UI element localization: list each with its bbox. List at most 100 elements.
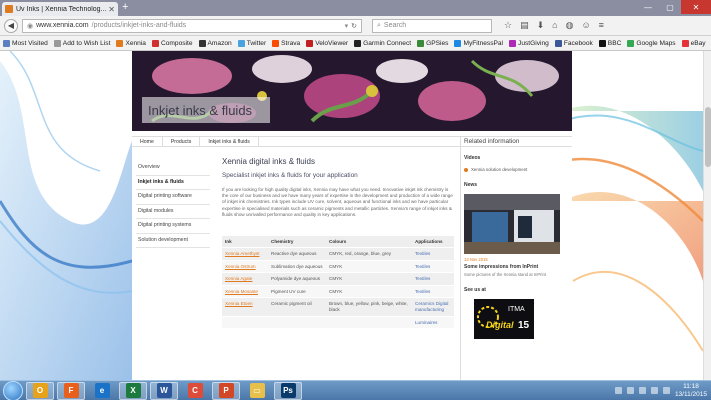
taskbar-word-icon[interactable]: W [150,381,178,400]
bookmark-item[interactable]: Composite [151,39,193,47]
bookmark-item[interactable]: Amazon [198,39,232,47]
bookmark-favicon-icon [53,39,61,47]
bookmark-favicon-icon [417,39,425,47]
taskbar-powerpoint-icon[interactable]: P [212,381,240,400]
bookmark-label: Google Maps [636,39,676,47]
maximize-icon[interactable]: ▢ [659,0,681,14]
bookmark-item[interactable]: Twitter [237,39,266,47]
volume-icon[interactable] [662,387,670,394]
ink-name-cell[interactable]: Xennia Agate [222,272,268,286]
bookmark-label: Facebook [563,39,593,47]
taskbar-firefox-icon[interactable]: F [57,381,85,400]
tray-icon[interactable] [614,387,622,394]
page-scrollbar[interactable] [703,51,711,380]
colours-cell: CMYK, red, orange, blue, grey [326,247,412,261]
ink-name-cell[interactable]: Xennia Ostrum [222,260,268,274]
menu-icon[interactable]: ≡ [599,20,604,31]
bookmark-item[interactable]: Google Maps [627,39,676,47]
system-tray: 11:18 13/11/2015 [614,383,711,398]
bookmark-favicon-icon [116,39,124,47]
taskbar-chrome-icon[interactable]: C [181,382,209,400]
star-icon[interactable]: ☆ [504,20,512,31]
video-title: Xennia solution development [471,167,528,172]
dropdown-icon[interactable]: ▾ [345,22,349,30]
bookmark-item[interactable]: VeloViewer [306,39,348,47]
leftnav-item[interactable]: Overview [136,161,210,176]
taskbar-ie-icon[interactable]: e [88,382,116,400]
reload-icon[interactable]: ↻ [351,22,357,30]
tray-icon[interactable] [638,387,646,394]
table-row: Xennia Amethyst Reactive dye aqueous CMYK,… [222,247,454,261]
bookmark-favicon-icon [454,39,462,47]
close-window-icon[interactable]: ✕ [681,0,711,14]
browser-tab[interactable]: Uv Inks | Xennia Technolog... ✕ [2,2,118,16]
bookmark-item[interactable]: BBC [598,39,621,47]
bookmark-favicon-icon [509,39,517,47]
minimize-icon[interactable]: — [637,0,659,14]
bookmark-favicon-icon [681,39,689,47]
taskbar-excel-icon[interactable]: X [119,381,147,400]
chemistry-cell [268,316,326,330]
tray-icon[interactable] [626,387,634,394]
breadcrumb-products[interactable]: Products [163,137,201,146]
news-image[interactable] [464,194,560,254]
bookmark-item[interactable]: MyFitnessPal [454,39,503,47]
ink-name-cell[interactable]: Xennia Amethyst [222,247,268,261]
back-icon[interactable]: ◀ [4,18,18,33]
home-icon[interactable]: ⌂ [552,20,557,31]
leftnav-item[interactable]: Digital printing software [136,190,210,205]
applications-cell[interactable]: Textiles [412,272,454,286]
leftnav-item[interactable]: Digital modules [136,205,210,219]
pocket-icon[interactable]: ◍ [566,20,574,31]
bookmark-item[interactable]: Garmin Connect [354,39,412,47]
search-input[interactable]: ⌕ Search [372,18,492,33]
network-icon[interactable] [650,387,658,394]
close-tab-icon[interactable]: ✕ [108,5,115,14]
breadcrumb: Home Products Inkjet inks & fluids [132,136,460,147]
taskbar-app-glyph: Ps [280,383,296,398]
emoji-icon[interactable]: ☺ [581,20,590,31]
bookmark-item[interactable]: JustGiving [509,39,549,47]
bookmark-label: Garmin Connect [363,39,412,47]
leftnav-item[interactable]: Solution development [136,234,210,248]
bookmark-item[interactable]: Xennia [116,39,146,47]
applications-cell[interactable]: Textiles [412,285,454,299]
bookmark-item[interactable]: Add to Wish List [53,39,110,47]
bookmark-item[interactable]: GPSies [417,39,448,47]
taskbar-photoshop-icon[interactable]: Ps [274,381,302,400]
applications-cell[interactable]: Textiles [412,247,454,261]
taskbar-outlook-icon[interactable]: O [26,381,54,400]
bookmark-item[interactable]: eBay [681,39,706,47]
bookmark-favicon-icon [151,39,159,47]
leftnav-item[interactable]: Digital printing systems [136,219,210,234]
window-controls: — ▢ ✕ [637,0,711,14]
table-row: Luminaires [222,316,454,330]
clock[interactable]: 11:18 13/11/2015 [675,383,707,398]
page-heading: Xennia digital inks & fluids [222,157,315,166]
url-bar[interactable]: ◉ www.xennia.com/products/inkjet-inks-an… [22,18,362,33]
download-icon[interactable]: ⬇ [537,20,545,31]
scrollbar-thumb[interactable] [705,107,711,167]
applications-cell[interactable]: Luminaires [412,316,454,330]
ink-name-cell[interactable]: Xennia Etoen [222,297,268,317]
table-header-row: Ink Chemistry Colours Applications [222,236,454,248]
applications-cell[interactable]: Ceramics Digital manufacturing [412,297,454,317]
start-button[interactable] [3,380,23,400]
leftnav-item[interactable]: Inkjet inks & fluids [136,176,210,190]
bookmark-item[interactable]: Most Visited [3,39,48,47]
bookmark-item[interactable]: Strava [272,39,300,47]
video-link[interactable]: Xennia solution development [464,167,569,172]
taskbar-app-glyph: X [125,383,141,398]
taskbar-app-glyph: O [32,383,48,398]
applications-cell[interactable]: Textiles [412,260,454,274]
taskbar-folder-icon[interactable]: ▭ [243,382,271,400]
reader-icon[interactable]: ▤ [520,20,529,31]
colours-cell: CMYK [326,272,412,286]
news-title[interactable]: Some impressions from InPrint [464,264,569,270]
col-applications-header: Applications [412,236,454,248]
ink-name-cell[interactable]: Xennia Mosaste [222,285,268,299]
itma-logo[interactable]: ITMA Digital 15 [474,299,534,339]
breadcrumb-home[interactable]: Home [132,137,163,146]
new-tab-icon[interactable]: + [122,1,128,13]
bookmark-item[interactable]: Facebook [554,39,593,47]
